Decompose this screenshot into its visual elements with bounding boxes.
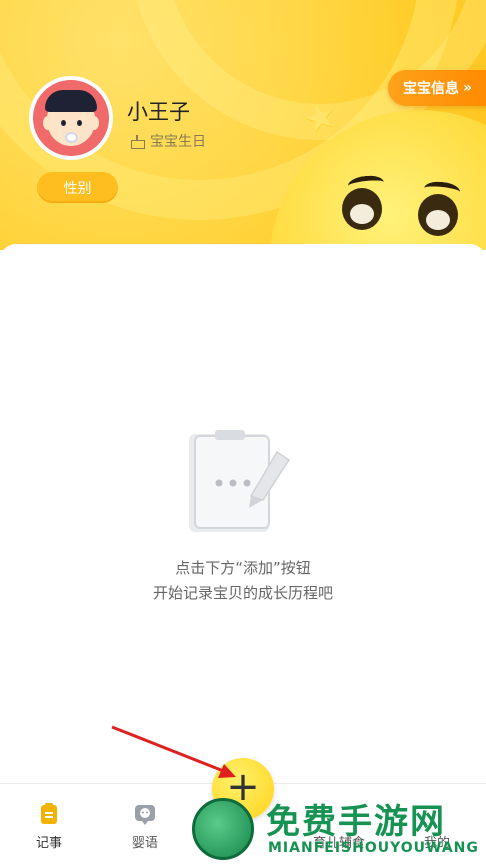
birthday-label: 宝宝生日 [150, 134, 206, 150]
birthday-row[interactable]: 宝宝生日 [130, 131, 206, 151]
notebook-icon [37, 802, 61, 826]
double-chevron-right-icon: » [463, 80, 473, 96]
empty-notepad-illustration [189, 430, 291, 532]
sun-eye [342, 188, 382, 230]
tab-label: 记事 [35, 836, 62, 851]
empty-hint-line2: 开始记录宝贝的成长历程吧 [152, 584, 333, 602]
gender-button[interactable]: 性别 [37, 172, 118, 203]
watermark-logo [192, 798, 254, 860]
cake-icon [130, 134, 145, 149]
baby-avatar[interactable] [29, 76, 113, 160]
baby-name[interactable]: 小王子 [127, 96, 190, 126]
tab-label: 婴语 [131, 836, 158, 851]
baby-info-label: 宝宝信息 [403, 81, 459, 97]
tab-notes[interactable]: 记事 [14, 802, 84, 851]
baby-info-button[interactable]: 宝宝信息 » [388, 70, 486, 106]
watermark-subtitle: MIANFEISHOUYOUWANG [268, 840, 479, 856]
site-watermark: 免费手游网 MIANFEISHOUYOUWANG [188, 790, 486, 864]
pacifier-icon [65, 132, 78, 143]
empty-hint-line1: 点击下方“添加”按钮 [175, 559, 311, 577]
tab-baby-voice[interactable]: 婴语 [110, 802, 180, 851]
sun-eye [418, 194, 458, 236]
baby-voice-icon [133, 802, 157, 826]
watermark-title: 免费手游网 [266, 802, 446, 842]
